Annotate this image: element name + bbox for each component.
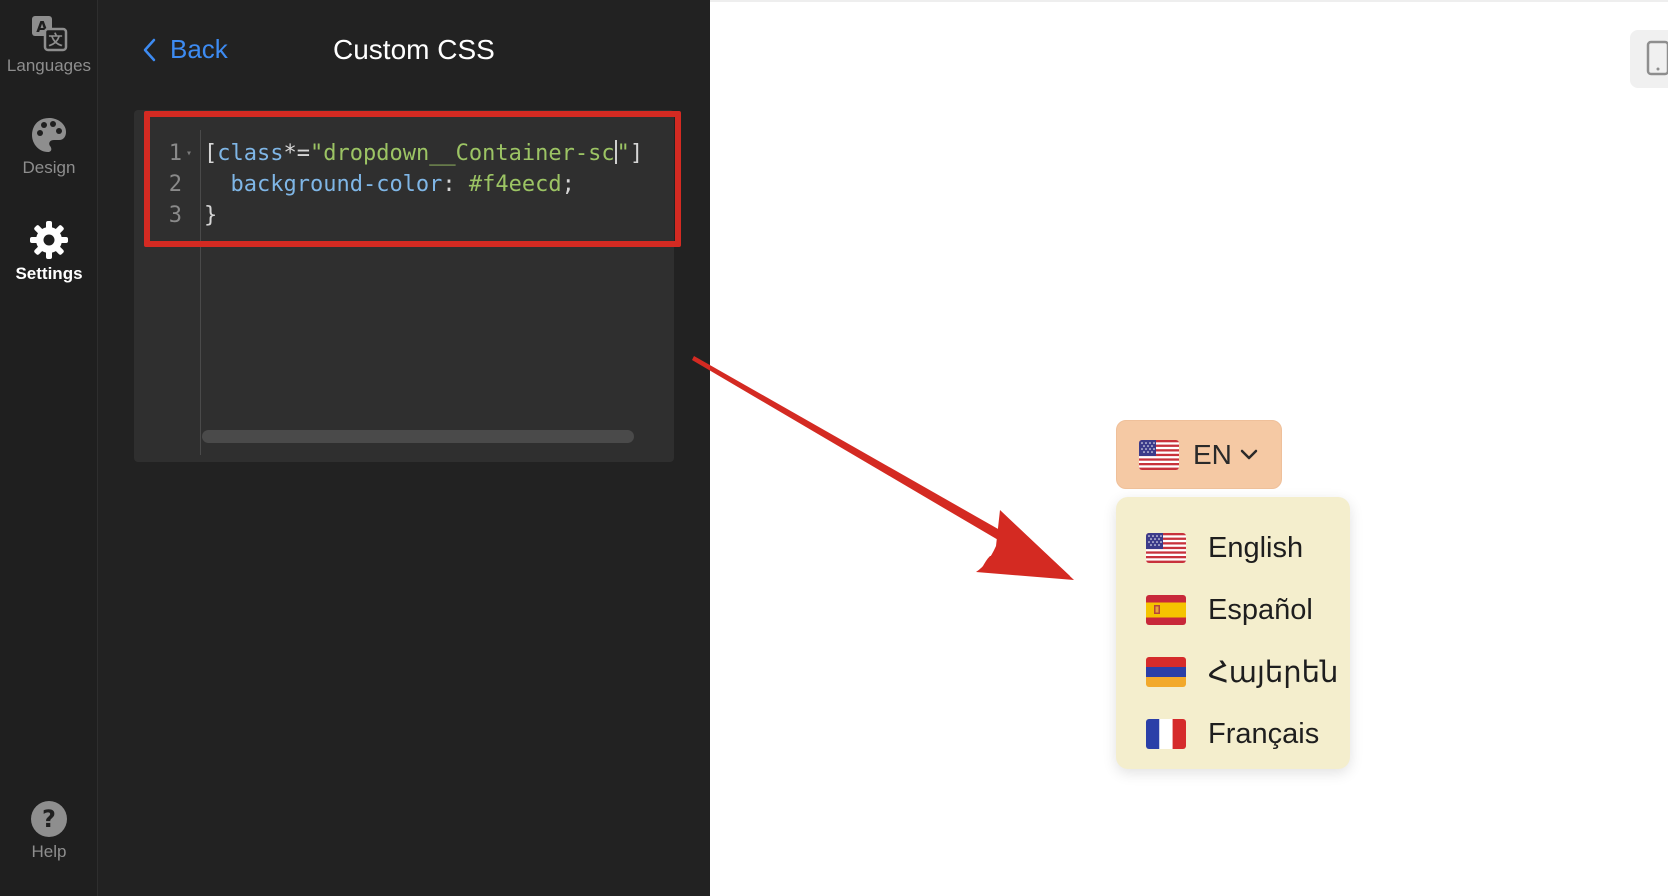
page-title: Custom CSS: [333, 34, 495, 65]
annotation-arrow: [692, 356, 1074, 580]
rail-label-languages: Languages: [6, 56, 92, 75]
code-text: [class*="dropdown__Container-sc"]: [196, 138, 643, 169]
token-string: "dropdown__Container-sc: [309, 141, 615, 166]
language-selector-button[interactable]: EN: [1116, 420, 1282, 489]
back-button[interactable]: Back: [142, 34, 228, 65]
rail-item-help[interactable]: ? Help: [0, 800, 98, 862]
language-name: Français: [1208, 717, 1320, 750]
back-label: Back: [170, 34, 228, 64]
rail-label-settings: Settings: [15, 264, 83, 283]
svg-text:文: 文: [49, 32, 64, 49]
mobile-device-icon: [1646, 40, 1668, 76]
rail-item-languages[interactable]: A 文 Languages: [0, 14, 98, 76]
device-toggle-button[interactable]: [1630, 30, 1668, 88]
code-line-1[interactable]: 1 ▾ [class*="dropdown__Container-sc"]: [146, 138, 674, 169]
rail-label-help: Help: [31, 842, 67, 861]
rail-item-settings[interactable]: Settings: [0, 220, 98, 284]
app: A 文 Languages Design Settings ? Help Bac…: [0, 0, 1668, 896]
token-colon: :: [442, 172, 469, 197]
line-number: 3: [168, 203, 182, 228]
token-string-tail: ": [616, 141, 630, 166]
rail-item-design[interactable]: Design: [0, 116, 98, 178]
armenia-flag-icon: [1146, 657, 1186, 687]
token-bracket-close: ]: [629, 141, 644, 166]
language-option-english[interactable]: English: [1116, 517, 1350, 579]
css-code-editor[interactable]: 1 ▾ [class*="dropdown__Container-sc"] 2 …: [134, 110, 674, 462]
line-number: 2: [168, 172, 182, 197]
icon-rail: A 文 Languages Design Settings ? Help: [0, 0, 98, 896]
chevron-down-icon: [1240, 449, 1258, 459]
code-text: }: [196, 200, 217, 231]
language-name: Հայերեն: [1208, 656, 1339, 689]
gear-icon: [30, 221, 68, 259]
code-line-2[interactable]: 2 background-color: #f4eecd;: [146, 169, 674, 200]
line-number: 1: [168, 141, 182, 166]
fold-arrow-icon[interactable]: ▾: [182, 138, 196, 169]
token-value: #f4eecd: [468, 172, 562, 197]
token-attribute: class: [217, 141, 284, 166]
token-property: background-color: [230, 172, 443, 197]
settings-panel: Back Custom CSS 1 ▾ [class*="dropdown__C…: [98, 0, 710, 896]
selected-language-code: EN: [1193, 438, 1232, 470]
spain-flag-icon: [1146, 595, 1186, 625]
svg-text:?: ?: [42, 805, 56, 833]
help-icon: ?: [31, 801, 67, 837]
translate-icon: A 文: [32, 16, 68, 52]
language-name: Español: [1208, 593, 1313, 626]
code-text: background-color: #f4eecd;: [196, 169, 575, 200]
rail-label-design: Design: [22, 158, 76, 177]
language-dropdown: English Español Հայերեն Français: [1116, 497, 1350, 769]
token-semicolon: ;: [561, 172, 575, 197]
language-option-francais[interactable]: Français: [1116, 703, 1350, 765]
language-option-espanol[interactable]: Español: [1116, 579, 1350, 641]
palette-icon: [32, 118, 66, 152]
token-operator: *=: [283, 141, 310, 166]
france-flag-icon: [1146, 719, 1186, 749]
us-flag-icon: [1146, 533, 1186, 563]
code-line-3[interactable]: 3 }: [146, 200, 674, 231]
language-name: English: [1208, 531, 1304, 564]
code-lines: 1 ▾ [class*="dropdown__Container-sc"] 2 …: [146, 138, 674, 231]
horizontal-scrollbar[interactable]: [202, 430, 634, 443]
token-brace: }: [204, 203, 218, 228]
preview-top-border: [710, 0, 1668, 2]
us-flag-icon: [1139, 439, 1179, 470]
chevron-left-icon: [143, 38, 156, 61]
token-bracket: [: [204, 141, 218, 166]
language-option-armenian[interactable]: Հայերեն: [1116, 641, 1350, 703]
